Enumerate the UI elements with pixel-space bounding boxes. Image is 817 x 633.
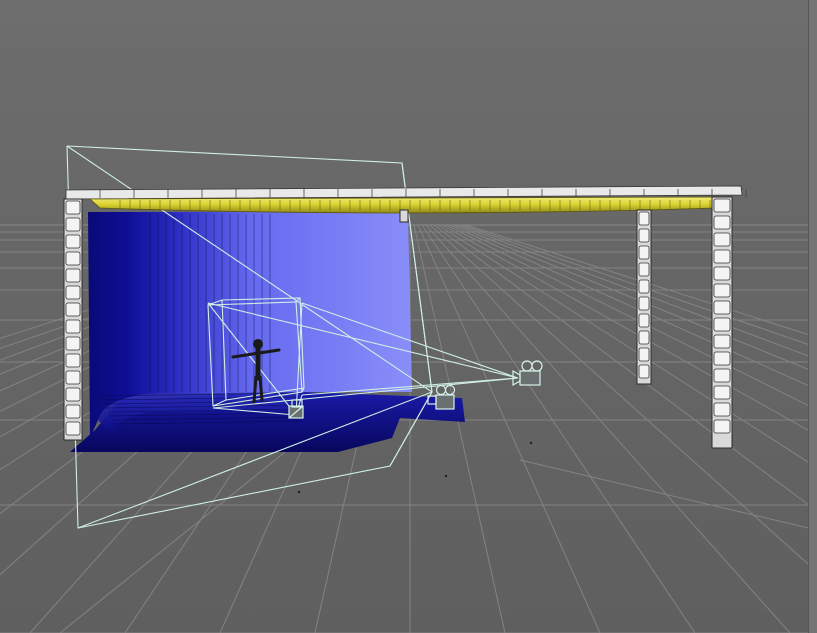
truss-leg-front-left <box>63 198 83 441</box>
truss-leg-cell <box>65 336 81 351</box>
truss-leg-cell <box>65 285 81 300</box>
truss-leg-cell <box>65 200 81 215</box>
truss-leg-cell <box>713 317 731 332</box>
truss-leg-cell <box>65 234 81 249</box>
3d-viewport[interactable] <box>0 0 817 633</box>
truss-leg-cell <box>638 364 650 379</box>
truss-leg-cell <box>713 215 731 230</box>
truss-leg-cell <box>65 387 81 402</box>
truss-leg-front-right <box>711 196 733 449</box>
truss-leg-cell <box>65 404 81 419</box>
truss-leg-back-left <box>399 209 409 223</box>
truss-leg-cell <box>65 302 81 317</box>
truss-leg-cell <box>713 368 731 383</box>
truss-leg-cell <box>638 347 650 362</box>
truss-leg-cell <box>713 300 731 315</box>
truss-leg-cell <box>638 211 650 226</box>
truss-leg-cell <box>638 279 650 294</box>
truss-leg-cell <box>713 334 731 349</box>
truss-leg-cell <box>65 319 81 334</box>
viewport-edge-strip <box>808 0 817 633</box>
truss-leg-cell <box>65 268 81 283</box>
truss-leg-cell <box>65 353 81 368</box>
truss-leg-cell <box>638 245 650 260</box>
truss-leg-cell <box>638 262 650 277</box>
truss-leg-cell <box>713 232 731 247</box>
truss-leg-cell <box>713 249 731 264</box>
truss-leg-cell <box>638 313 650 328</box>
truss-leg-cell <box>65 217 81 232</box>
truss-leg-cell <box>713 419 731 434</box>
truss-leg-back-right <box>636 209 652 385</box>
truss-leg-cell <box>638 296 650 311</box>
truss-leg-cell <box>65 251 81 266</box>
truss-leg-frame <box>399 209 409 223</box>
character-leg <box>258 375 264 402</box>
character-leg <box>252 375 258 404</box>
truss-leg-cell <box>713 266 731 281</box>
truss-leg-cell <box>713 198 731 213</box>
truss-leg-cell <box>713 402 731 417</box>
truss-leg-cell <box>65 421 81 436</box>
truss-leg-cell <box>713 351 731 366</box>
truss-leg-cell <box>65 370 81 385</box>
truss-leg-cell <box>638 228 650 243</box>
truss-leg-cell <box>638 330 650 345</box>
cyclorama-backdrop[interactable] <box>70 212 465 452</box>
truss-leg-cell <box>713 385 731 400</box>
truss-leg-cell <box>713 283 731 298</box>
